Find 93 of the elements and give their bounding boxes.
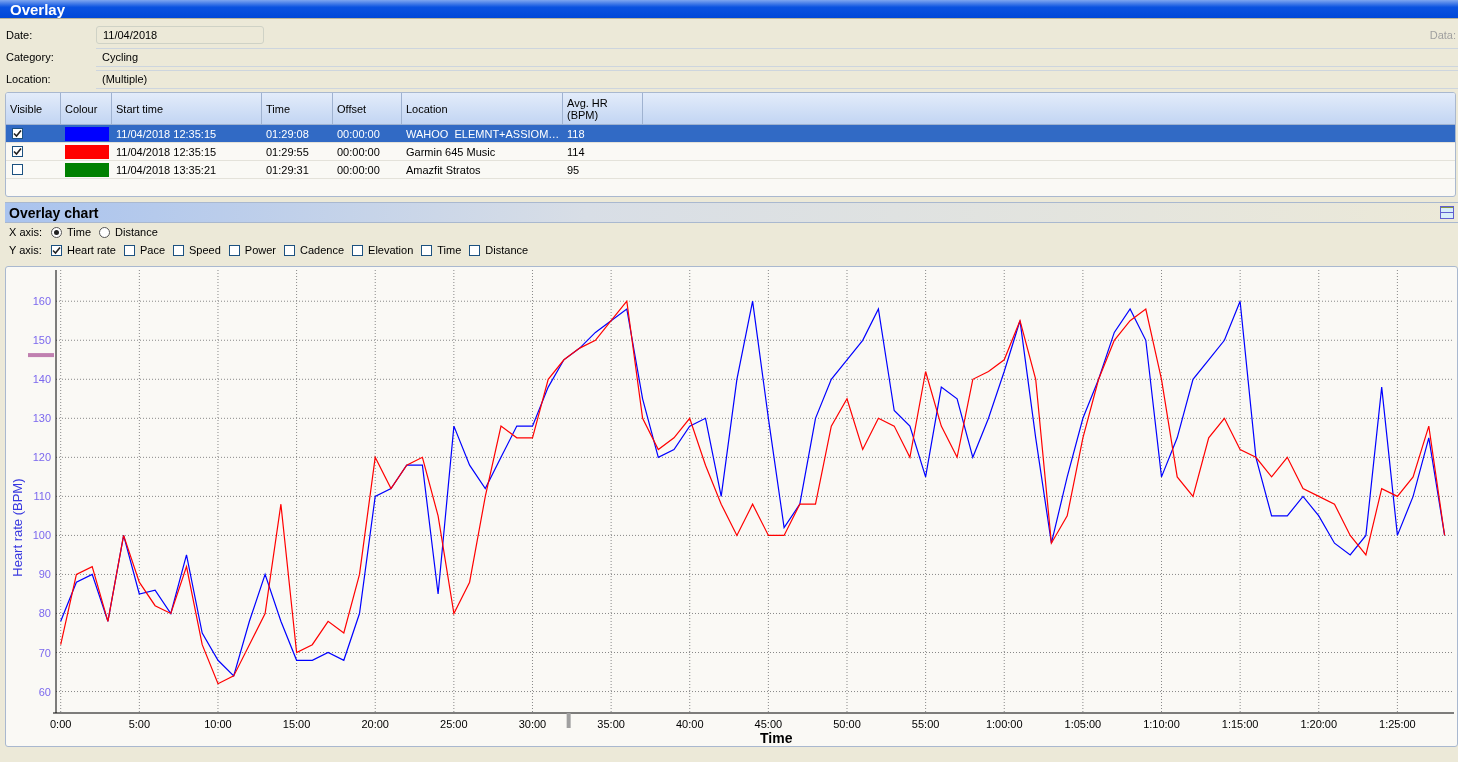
x-tick-label: 55:00 (911, 718, 940, 730)
table-cell: 114 (567, 145, 585, 158)
checkbox-label[interactable]: Distance (485, 244, 529, 256)
column-header[interactable]: Colour (61, 93, 112, 124)
checkbox[interactable] (469, 244, 481, 256)
table-row[interactable]: 11/04/2018 12:35:15 01:29:08 00:00:00 WAHOO ELEMNT+ASSIOM… 118 (6, 125, 1455, 143)
window-title: Overlay (10, 0, 66, 18)
y-tick-label: 60 (38, 685, 51, 698)
checkbox-label[interactable]: Heart rate (67, 244, 116, 256)
x-axis-title: Time (760, 730, 793, 746)
x-tick-label: 0:00 (50, 718, 72, 730)
field-label: Category: (5, 51, 55, 63)
range-marker[interactable] (566, 713, 571, 728)
column-header[interactable]: Location (402, 93, 563, 124)
table-cell: 00:00:00 (337, 127, 380, 140)
x-tick-label: 1:05:00 (1064, 718, 1102, 730)
table-cell: 01:29:55 (266, 145, 309, 158)
table-cell: 00:00:00 (337, 145, 380, 158)
y-tick-label: 90 (38, 568, 51, 581)
y-tick-label: 100 (32, 529, 51, 542)
column-header[interactable]: Start time (112, 93, 262, 124)
table-cell: WAHOO ELEMNT+ASSIOM… (406, 127, 560, 140)
visible-checkbox[interactable] (12, 128, 23, 139)
x-tick-label: 40:00 (675, 718, 704, 730)
x-tick-label: 1:20:00 (1300, 718, 1338, 730)
y-tick-label: 110 (33, 490, 51, 503)
x-tick-label: 1:10:00 (1143, 718, 1180, 730)
table-cell: Garmin 645 Music (406, 145, 496, 158)
x-tick-label: 45:00 (754, 718, 783, 730)
column-header[interactable]: Offset (333, 93, 402, 124)
y-tick-label: 150 (32, 334, 51, 347)
axis-label: Y axis: (9, 244, 43, 256)
table-cell: 00:00:00 (337, 163, 380, 176)
y-axis-title: Heart rate (BPM) (10, 478, 25, 577)
x-tick-label: 35:00 (597, 718, 625, 730)
checkbox[interactable] (51, 244, 62, 256)
table-cell: 11/04/2018 12:35:15 (116, 145, 217, 158)
radio-button[interactable] (99, 226, 111, 238)
column-header[interactable]: Avg. HR (BPM) (563, 93, 643, 124)
checkbox[interactable] (173, 244, 184, 256)
y-tick-label: 130 (32, 412, 51, 425)
checkbox-label[interactable]: Time (437, 244, 462, 256)
layout-icon[interactable] (1440, 206, 1454, 219)
table-cell: 11/04/2018 13:35:21 (116, 163, 217, 176)
x-tick-label: 1:15:00 (1221, 718, 1259, 730)
radio-label[interactable]: Distance (115, 226, 158, 238)
x-tick-label: 10:00 (204, 718, 232, 730)
x-tick-label: 1:00:00 (985, 718, 1023, 730)
x-tick-label: 1:25:00 (1379, 718, 1416, 730)
table-cell: 01:29:08 (266, 127, 309, 140)
checkbox-label[interactable]: Power (244, 244, 276, 256)
checkbox[interactable] (228, 244, 240, 256)
radio-button[interactable] (51, 226, 62, 238)
checkbox[interactable] (352, 244, 364, 256)
table-row[interactable]: 11/04/2018 13:35:21 01:29:31 00:00:00 Amazfit Stratos 95 (6, 161, 1455, 179)
table-cell: Amazfit Stratos (406, 163, 481, 176)
data-label: Data: (1429, 29, 1457, 41)
x-tick-label: 30:00 (518, 718, 547, 730)
checkbox[interactable] (284, 244, 295, 256)
table-cell: 118 (567, 127, 585, 140)
checkbox-label[interactable]: Elevation (368, 244, 414, 256)
field-label: Location: (5, 73, 52, 85)
x-tick-label: 5:00 (128, 718, 151, 730)
range-marker[interactable] (28, 353, 54, 358)
axis-label: X axis: (9, 226, 43, 238)
checkbox[interactable] (123, 244, 135, 256)
table-cell: 01:29:31 (266, 163, 309, 176)
x-tick-label: 25:00 (440, 718, 468, 730)
visible-checkbox[interactable] (12, 164, 23, 175)
text-field[interactable]: Cycling (96, 47, 1458, 67)
checkbox-label[interactable]: Cadence (300, 244, 345, 256)
visible-checkbox[interactable] (12, 146, 23, 157)
table-cell: 95 (567, 163, 580, 176)
column-header[interactable]: Time (262, 93, 333, 124)
y-tick-label: 120 (32, 451, 51, 464)
table-cell: 11/04/2018 12:35:15 (116, 127, 217, 140)
checkbox-label[interactable]: Pace (139, 244, 165, 256)
y-tick-label: 140 (32, 373, 51, 386)
radio-label[interactable]: Time (67, 226, 92, 238)
y-tick-label: 80 (38, 607, 51, 620)
x-tick-label: 15:00 (282, 718, 311, 730)
field-label: Date: (5, 29, 34, 41)
checkbox[interactable] (421, 244, 433, 256)
y-tick-label: 70 (38, 646, 51, 659)
y-tick-label: 160 (32, 295, 51, 308)
table-row[interactable]: 11/04/2018 12:35:15 01:29:55 00:00:00 Garmin 645 Music 114 (6, 143, 1455, 161)
column-header[interactable]: Visible (6, 93, 61, 124)
text-field[interactable]: (Multiple) (96, 69, 1458, 89)
panel-title: Overlay chart (9, 204, 99, 221)
text-field[interactable]: 11/04/2018 (96, 26, 264, 44)
x-tick-label: 20:00 (361, 718, 389, 730)
x-tick-label: 50:00 (833, 718, 861, 730)
checkbox-label[interactable]: Speed (189, 244, 221, 256)
